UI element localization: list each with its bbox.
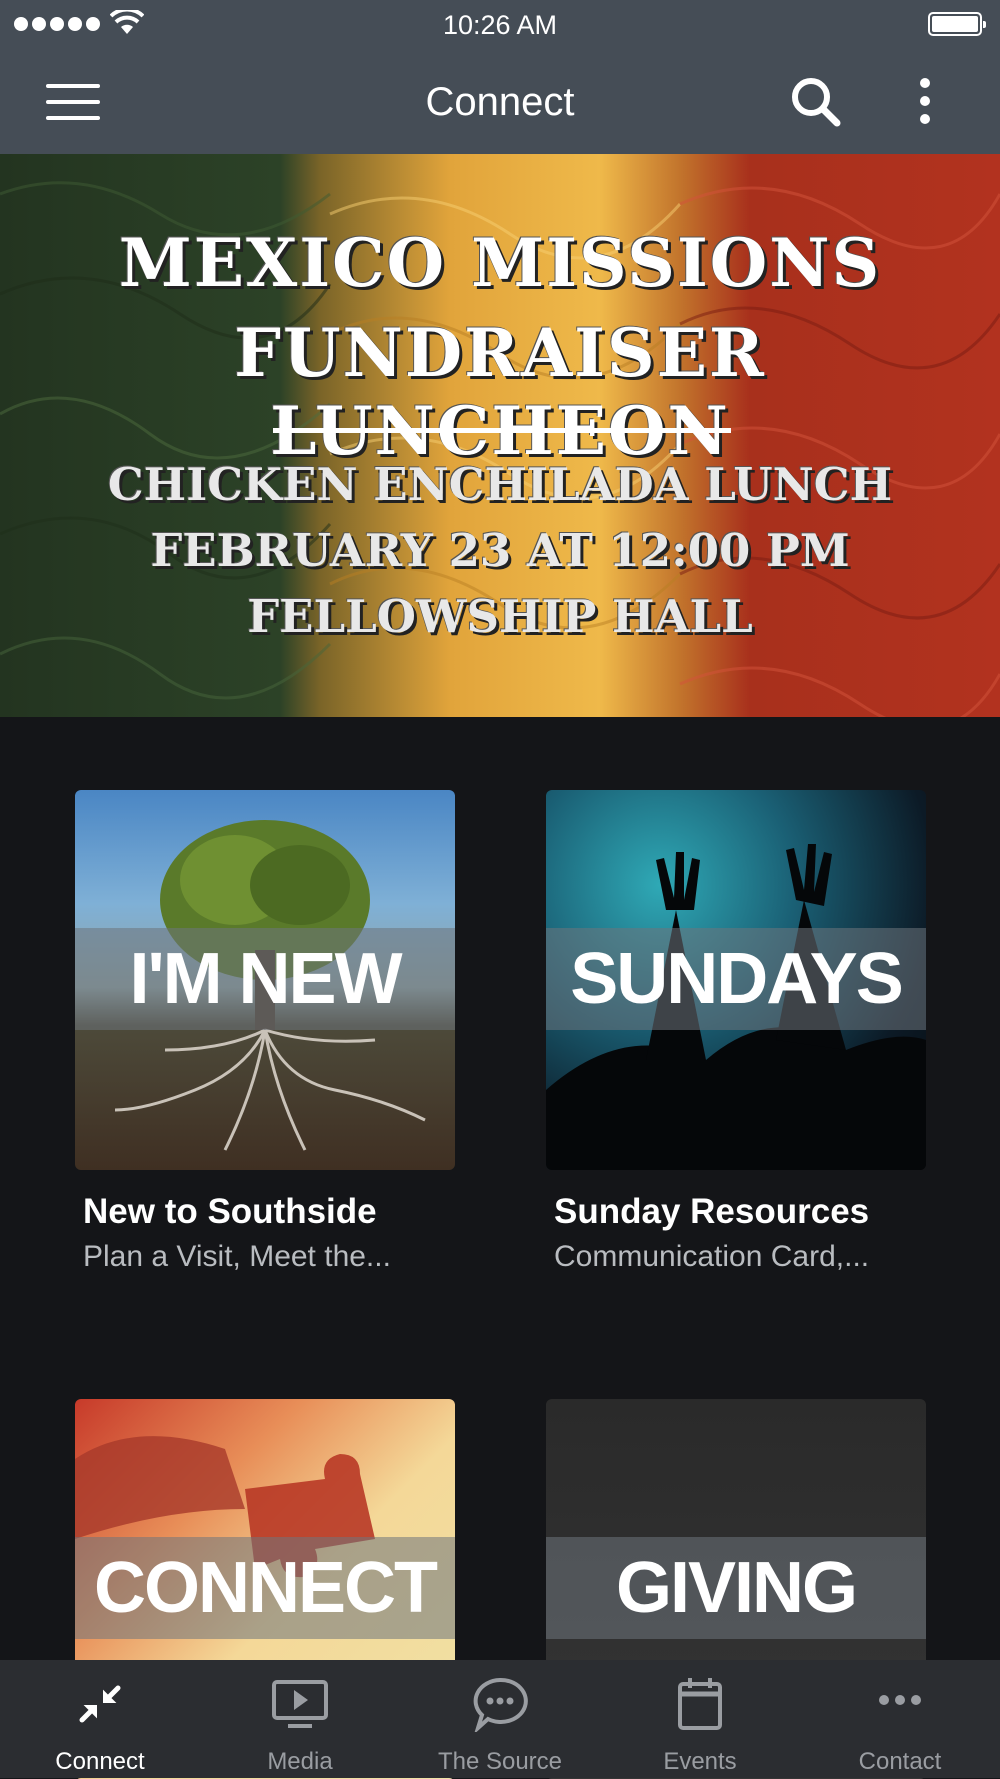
page-title: Connect bbox=[425, 80, 575, 124]
banner-detail-line2: FEBRUARY 23 AT 12:00 PM bbox=[150, 524, 850, 577]
tab-events[interactable]: Events bbox=[600, 1660, 800, 1778]
banner-detail-line3: FELLOWSHIP HALL bbox=[247, 590, 753, 643]
more-options-icon[interactable] bbox=[910, 74, 940, 128]
banner-title-line2: FUNDRAISER LUNCHEON bbox=[234, 314, 766, 470]
tile-image-caption: GIVING bbox=[615, 1548, 858, 1628]
bottom-tab-bar: Connect Media The Source Events Contact bbox=[0, 1660, 1000, 1778]
tab-contact[interactable]: Contact bbox=[800, 1660, 1000, 1778]
search-icon[interactable] bbox=[790, 76, 842, 128]
tile-subtitle: Communication Card,... bbox=[554, 1240, 870, 1273]
tab-label: Connect bbox=[55, 1748, 145, 1775]
tab-label: The Source bbox=[437, 1748, 563, 1775]
tab-media[interactable]: Media bbox=[200, 1660, 400, 1778]
tab-label: Media bbox=[267, 1748, 333, 1775]
tile-image-caption: SUNDAYS bbox=[570, 939, 903, 1019]
tile-image-worship: SUNDAYS bbox=[546, 790, 926, 1170]
play-screen-icon bbox=[272, 1680, 328, 1728]
app-bar: Connect bbox=[0, 50, 1000, 154]
battery-icon bbox=[928, 12, 986, 36]
banner-divider bbox=[273, 428, 731, 433]
status-bar: 10:26 AM bbox=[0, 0, 1000, 50]
tile-image-caption: I'M NEW bbox=[129, 939, 402, 1019]
tab-connect[interactable]: Connect bbox=[0, 1660, 200, 1778]
arrows-in-icon bbox=[79, 1685, 121, 1723]
calendar-icon bbox=[678, 1678, 722, 1730]
banner-title-line1: MEXICO MISSIONS bbox=[118, 224, 882, 302]
tile-image-caption: CONNECT bbox=[94, 1548, 438, 1628]
tab-label: Events bbox=[663, 1748, 737, 1775]
tile-title: New to Southside bbox=[83, 1192, 377, 1231]
tile-image-tree: I'M NEW bbox=[75, 790, 455, 1170]
tile-new-to-southside[interactable]: I'M NEW New to Southside Plan a Visit, M… bbox=[75, 790, 455, 1274]
tab-the-source[interactable]: The Source bbox=[400, 1660, 600, 1778]
event-banner[interactable]: MEXICO MISSIONS FUNDRAISER LUNCHEON CHIC… bbox=[0, 154, 1000, 717]
tile-subtitle: Plan a Visit, Meet the... bbox=[83, 1240, 391, 1273]
more-dots-icon bbox=[879, 1695, 921, 1705]
tab-label: Contact bbox=[858, 1748, 942, 1775]
status-time: 10:26 AM bbox=[442, 10, 558, 40]
banner-detail-line1: CHICKEN ENCHILADA LUNCH bbox=[107, 458, 893, 511]
tile-sunday-resources[interactable]: SUNDAYS Sunday Resources Communication C… bbox=[546, 790, 926, 1274]
tile-title: Sunday Resources bbox=[554, 1192, 870, 1231]
chat-bubble-icon bbox=[473, 1677, 528, 1732]
